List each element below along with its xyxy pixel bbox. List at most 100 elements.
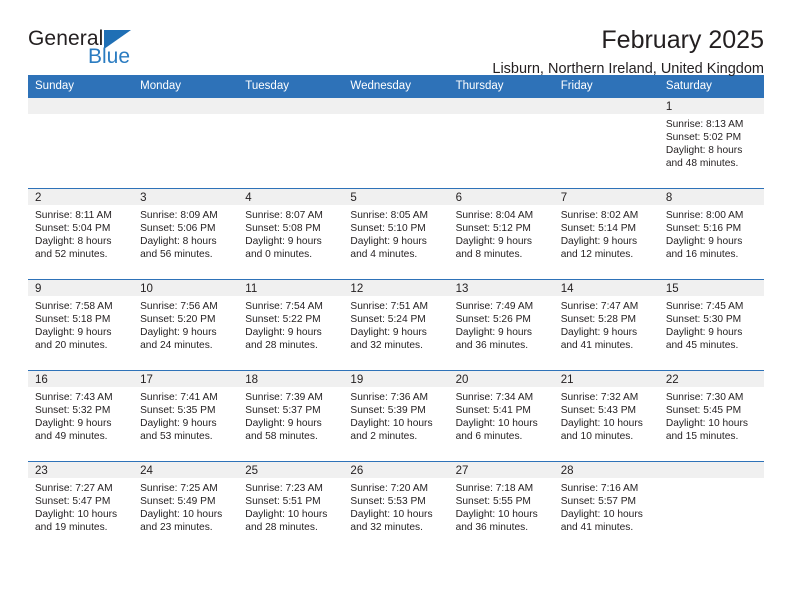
sunrise-time: Sunrise: 8:11 AM [35, 210, 112, 221]
day-details: Sunrise: 8:04 AM Sunset: 5:12 PM Daylight:… [449, 205, 554, 261]
calendar-day-cell[interactable]: 13 Sunrise: 7:49 AM Sunset: 5:26 PM Dayligh… [448, 279, 554, 371]
calendar-day-cell[interactable]: 4 Sunrise: 8:07 AM Sunset: 5:08 PM Daylight… [238, 188, 344, 280]
day-details: Sunrise: 8:07 AM Sunset: 5:08 PM Daylight:… [238, 205, 343, 261]
calendar-day-cell[interactable]: 7 Sunrise: 8:02 AM Sunset: 5:14 PM Daylight… [553, 188, 659, 280]
daylight-duration-line2: and 58 minutes. [245, 431, 318, 443]
general-blue-logo[interactable]: General Blue [28, 26, 148, 72]
calendar-day-cell[interactable]: 25 Sunrise: 7:23 AM Sunset: 5:51 PM Dayligh… [238, 461, 344, 552]
calendar-day-cell[interactable]: 5 Sunrise: 8:05 AM Sunset: 5:10 PM Daylight… [343, 188, 449, 280]
calendar-day-cell-empty [28, 97, 134, 189]
day-details: Sunrise: 7:39 AM Sunset: 5:37 PM Daylight:… [238, 387, 343, 443]
weekday-header-saturday: Saturday [658, 75, 764, 98]
calendar-day-cell[interactable]: 15 Sunrise: 7:45 AM Sunset: 5:30 PM Dayligh… [658, 279, 764, 371]
calendar-day-cell[interactable]: 2 Sunrise: 8:11 AM Sunset: 5:04 PM Daylight… [28, 188, 134, 280]
calendar-day-cell[interactable]: 24 Sunrise: 7:25 AM Sunset: 5:49 PM Dayligh… [133, 461, 239, 552]
sunset-time: Sunset: 5:57 PM [560, 496, 637, 508]
day-number: 17 [133, 371, 239, 387]
weekday-header-row: Sunday Monday Tuesday Wednesday Thursday… [28, 75, 764, 98]
daylight-duration-line2: and 36 minutes. [455, 340, 529, 352]
day-number: 25 [238, 462, 344, 478]
calendar-day-cell[interactable]: 8 Sunrise: 8:00 AM Sunset: 5:16 PM Daylight… [658, 188, 764, 280]
day-number: 26 [343, 462, 449, 478]
calendar-day-cell[interactable]: 28 Sunrise: 7:16 AM Sunset: 5:57 PM Dayligh… [553, 461, 659, 552]
daylight-duration-line2: and 0 minutes. [245, 249, 313, 261]
calendar-day-cell[interactable]: 3 Sunrise: 8:09 AM Sunset: 5:06 PM Daylight… [133, 188, 239, 280]
daylight-duration-line2: and 49 minutes. [35, 431, 108, 443]
title-block: February 2025 Lisburn, Northern Ireland,… [492, 26, 764, 77]
day-details: Sunrise: 7:51 AM Sunset: 5:24 PM Daylight:… [343, 296, 448, 352]
calendar-day-cell[interactable]: 18 Sunrise: 7:39 AM Sunset: 5:37 PM Dayligh… [238, 370, 344, 462]
day-details: Sunrise: 8:02 AM Sunset: 5:14 PM Daylight:… [554, 205, 659, 261]
day-details: Sunrise: 7:43 AM Sunset: 5:32 PM Daylight:… [28, 387, 133, 443]
daylight-duration-line2: and 32 minutes. [350, 522, 423, 534]
calendar-day-cell[interactable]: 17 Sunrise: 7:41 AM Sunset: 5:35 PM Dayligh… [133, 370, 239, 462]
day-details: Sunrise: 7:49 AM Sunset: 5:26 PM Daylight:… [449, 296, 554, 352]
day-number: 21 [553, 371, 659, 387]
daylight-duration-line2: and 53 minutes. [140, 431, 213, 443]
sunrise-time: Sunrise: 7:36 AM [350, 392, 429, 403]
daylight-duration-line1: Daylight: 9 hours [35, 327, 112, 339]
day-details: Sunrise: 7:56 AM Sunset: 5:20 PM Daylight:… [133, 296, 238, 352]
calendar-day-cell[interactable]: 20 Sunrise: 7:34 AM Sunset: 5:41 PM Dayligh… [448, 370, 554, 462]
day-number [448, 98, 554, 114]
sunrise-time: Sunrise: 7:25 AM [140, 483, 218, 494]
sunrise-time: Sunrise: 7:39 AM [245, 392, 323, 403]
day-details: Sunrise: 7:41 AM Sunset: 5:35 PM Daylight:… [133, 387, 238, 443]
daylight-duration-line2: and 10 minutes. [560, 431, 634, 443]
day-number: 19 [343, 371, 449, 387]
calendar-day-cell[interactable]: 26 Sunrise: 7:20 AM Sunset: 5:53 PM Dayligh… [343, 461, 449, 552]
day-number: 6 [448, 189, 554, 205]
weekday-header-tuesday: Tuesday [238, 75, 344, 98]
sunrise-time: Sunrise: 7:45 AM [665, 301, 744, 312]
daylight-duration-line1: Daylight: 10 hours [560, 418, 643, 430]
calendar-day-cell[interactable]: 11 Sunrise: 7:54 AM Sunset: 5:22 PM Dayligh… [238, 279, 344, 371]
sunset-time: Sunset: 5:10 PM [350, 223, 426, 235]
daylight-duration-line2: and 56 minutes. [140, 249, 213, 261]
calendar-day-cell[interactable]: 6 Sunrise: 8:04 AM Sunset: 5:12 PM Daylight… [448, 188, 554, 280]
calendar-day-cell[interactable]: 14 Sunrise: 7:47 AM Sunset: 5:28 PM Dayligh… [553, 279, 659, 371]
sunset-time: Sunset: 5:24 PM [350, 314, 426, 326]
daylight-duration-line1: Daylight: 9 hours [245, 327, 322, 339]
sunset-time: Sunset: 5:39 PM [350, 405, 426, 417]
sunrise-time: Sunrise: 8:09 AM [140, 210, 218, 221]
day-details: Sunrise: 7:58 AM Sunset: 5:18 PM Daylight:… [28, 296, 133, 352]
calendar-day-cell[interactable]: 22 Sunrise: 7:30 AM Sunset: 5:45 PM Dayligh… [658, 370, 764, 462]
sunrise-time: Sunrise: 7:27 AM [35, 483, 113, 494]
calendar-day-cell[interactable]: 27 Sunrise: 7:18 AM Sunset: 5:55 PM Dayligh… [448, 461, 554, 552]
day-number: 24 [133, 462, 239, 478]
calendar-day-cell[interactable]: 1 Sunrise: 8:13 AM Sunset: 5:02 PM Daylight… [658, 97, 764, 189]
sunrise-time: Sunrise: 8:07 AM [245, 210, 323, 221]
calendar-day-cell[interactable]: 9 Sunrise: 7:58 AM Sunset: 5:18 PM Daylight… [28, 279, 134, 371]
calendar-day-cell[interactable]: 19 Sunrise: 7:36 AM Sunset: 5:39 PM Dayligh… [343, 370, 449, 462]
sunrise-time: Sunrise: 7:58 AM [35, 301, 113, 312]
sunset-time: Sunset: 5:18 PM [35, 314, 111, 326]
daylight-duration-line1: Daylight: 10 hours [560, 509, 643, 521]
daylight-duration-line2: and 19 minutes. [35, 522, 108, 534]
day-number: 3 [133, 189, 239, 205]
day-details: Sunrise: 8:05 AM Sunset: 5:10 PM Daylight:… [343, 205, 448, 261]
daylight-duration-line1: Daylight: 9 hours [665, 236, 743, 248]
weekday-header-friday: Friday [553, 75, 659, 98]
calendar-day-cell[interactable]: 12 Sunrise: 7:51 AM Sunset: 5:24 PM Dayligh… [343, 279, 449, 371]
calendar-week-row: 9 Sunrise: 7:58 AM Sunset: 5:18 PM Daylight… [28, 279, 764, 371]
daylight-duration-line2: and 23 minutes. [140, 522, 213, 534]
day-details: Sunrise: 7:30 AM Sunset: 5:45 PM Daylight:… [659, 387, 764, 443]
sunset-time: Sunset: 5:22 PM [245, 314, 321, 326]
day-number: 27 [448, 462, 554, 478]
calendar-day-cell[interactable]: 23 Sunrise: 7:27 AM Sunset: 5:47 PM Dayligh… [28, 461, 134, 552]
daylight-duration-line1: Daylight: 9 hours [35, 418, 112, 430]
calendar-day-cell[interactable]: 16 Sunrise: 7:43 AM Sunset: 5:32 PM Dayligh… [28, 370, 134, 462]
day-number: 4 [238, 189, 344, 205]
sunset-time: Sunset: 5:53 PM [350, 496, 426, 508]
daylight-duration-line1: Daylight: 9 hours [245, 418, 322, 430]
sunset-time: Sunset: 5:26 PM [455, 314, 531, 326]
day-details: Sunrise: 7:36 AM Sunset: 5:39 PM Daylight:… [343, 387, 448, 443]
daylight-duration-line2: and 28 minutes. [245, 522, 318, 534]
daylight-duration-line2: and 24 minutes. [140, 340, 213, 352]
calendar-day-cell[interactable]: 10 Sunrise: 7:56 AM Sunset: 5:20 PM Dayligh… [133, 279, 239, 371]
sunrise-time: Sunrise: 7:47 AM [560, 301, 639, 312]
day-details: Sunrise: 7:34 AM Sunset: 5:41 PM Daylight:… [449, 387, 554, 443]
calendar-day-cell[interactable]: 21 Sunrise: 7:32 AM Sunset: 5:43 PM Dayligh… [553, 370, 659, 462]
day-details [659, 478, 764, 482]
day-details: Sunrise: 7:32 AM Sunset: 5:43 PM Daylight:… [554, 387, 659, 443]
